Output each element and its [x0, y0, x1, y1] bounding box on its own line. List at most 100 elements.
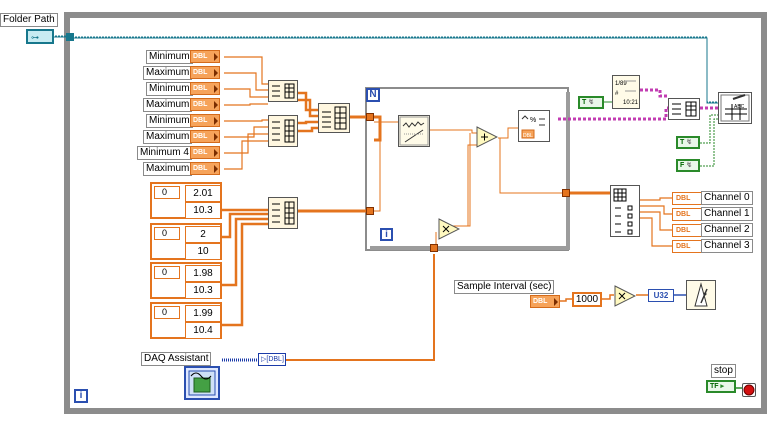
array-cell[interactable]: 1.98 — [185, 265, 221, 282]
numeric-constant[interactable]: 1000 — [572, 292, 602, 307]
daq-assistant-node[interactable] — [184, 366, 220, 400]
dbl-terminal[interactable]: DBL — [190, 146, 220, 159]
channel-indicator: DBL — [672, 240, 702, 253]
sample-interval-terminal[interactable]: DBL — [530, 295, 560, 308]
stop-label: stop — [711, 364, 736, 378]
svg-text:%: % — [530, 117, 536, 124]
true-constant[interactable]: T ↯ — [578, 96, 604, 109]
channel-label: Channel 1 — [701, 207, 753, 221]
build-array-node[interactable] — [268, 80, 298, 102]
index-array-node[interactable] — [610, 185, 640, 237]
dbl-tag: DBL — [676, 195, 691, 202]
min-max-label: Maximum — [143, 98, 193, 112]
array-cell[interactable]: 10.3 — [185, 202, 221, 219]
array-control[interactable]: 0 2.01 10.3 — [150, 182, 222, 219]
dbl-tag: DBL — [676, 243, 691, 250]
dbl-terminal[interactable]: DBL — [190, 130, 220, 143]
dbl-tag: DBL — [193, 85, 208, 92]
wait-ms-node[interactable] — [686, 280, 716, 310]
svg-text:10:21: 10:21 — [623, 100, 639, 106]
multiply-node[interactable] — [614, 285, 637, 307]
array-index[interactable]: 0 — [154, 227, 180, 240]
channel-indicator: DBL — [672, 208, 702, 221]
build-waveform-node[interactable]: % DBL — [518, 110, 550, 142]
for-loop-count-terminal[interactable]: N — [366, 88, 380, 102]
min-max-label: Minimum — [146, 82, 193, 96]
folder-path-terminal[interactable]: ⊶ — [26, 29, 54, 44]
dbl-terminal[interactable]: DBL — [190, 66, 220, 79]
dbl-tag: DBL — [193, 149, 208, 156]
build-array-icon — [272, 83, 295, 99]
channel-label: Channel 2 — [701, 223, 753, 237]
index-array-icon — [613, 188, 633, 235]
array-index[interactable]: 0 — [154, 306, 180, 319]
false-constant[interactable]: F ↯ — [676, 159, 700, 172]
array-cell[interactable]: 10 — [185, 243, 221, 260]
dbl-terminal[interactable]: DBL — [190, 114, 220, 127]
dbl-tag: DBL — [193, 69, 208, 76]
get-date-time-node[interactable]: 1/89 #10:21 — [612, 75, 640, 109]
stop-terminal[interactable]: TF ▸ — [706, 380, 736, 393]
dbl-tag: DBL — [533, 298, 548, 305]
dynamic-data-converter[interactable]: ▷[DBL] — [258, 353, 286, 366]
stop-terminal-tag: TF — [710, 383, 719, 390]
array-index[interactable]: 0 — [154, 186, 180, 199]
build-array-icon — [272, 119, 295, 143]
svg-text:ABC: ABC — [734, 104, 745, 110]
channel-label: Channel 3 — [701, 239, 753, 253]
channel-indicator: DBL — [672, 192, 702, 205]
path-icon: ⊶ — [31, 33, 39, 42]
metronome-icon — [694, 282, 708, 307]
min-max-label: Maximum — [143, 130, 193, 144]
array-cell[interactable]: 10.3 — [185, 282, 221, 299]
svg-text:1/89: 1/89 — [615, 81, 627, 87]
array-index[interactable]: 0 — [154, 266, 180, 279]
dbl-terminal[interactable]: DBL — [190, 50, 220, 63]
svg-text:DBL: DBL — [523, 133, 533, 139]
build-array-node[interactable] — [268, 197, 298, 229]
date-time-icon: 1/89 #10:21 — [615, 80, 639, 106]
array-cell[interactable]: 10.4 — [185, 322, 221, 339]
min-max-label: Maximum — [143, 162, 193, 176]
svg-text:#: # — [615, 91, 619, 97]
array-control[interactable]: 0 1.98 10.3 — [150, 262, 222, 299]
dbl-terminal[interactable]: DBL — [190, 98, 220, 111]
build-array-icon — [322, 106, 347, 130]
waveform-icon: % DBL — [521, 115, 545, 139]
min-max-label: Maximum — [143, 66, 193, 80]
dbl-terminal[interactable]: DBL — [190, 82, 220, 95]
array-cell[interactable]: 2.01 — [185, 185, 221, 202]
dbl-tag: DBL — [193, 117, 208, 124]
min-max-wires — [224, 56, 268, 170]
dbl-tag: DBL — [193, 133, 208, 140]
min-max-label: Minimum — [146, 114, 193, 128]
uniform-noise-vi[interactable] — [398, 115, 430, 147]
build-array-node[interactable] — [268, 115, 298, 147]
build-array-icon — [272, 201, 295, 225]
u32-conversion-node[interactable]: U32 — [648, 289, 674, 302]
sample-interval-label: Sample Interval (sec) — [454, 280, 555, 294]
write-to-measurement-file-node[interactable]: ABC — [718, 92, 752, 124]
true-constant[interactable]: T ↯ — [676, 136, 700, 149]
data-tunnel — [430, 244, 438, 252]
dbl-terminal[interactable]: DBL — [190, 162, 220, 175]
daq-assistant-label: DAQ Assistant — [141, 352, 212, 366]
for-loop-iteration-terminal: i — [380, 228, 393, 241]
build-2d-array-node[interactable] — [318, 103, 350, 133]
add-icon — [476, 126, 499, 148]
array-control[interactable]: 0 1.99 10.4 — [150, 302, 222, 339]
add-node[interactable] — [476, 126, 499, 148]
multiply-node[interactable] — [438, 218, 461, 240]
array-cell[interactable]: 2 — [185, 226, 221, 243]
data-tunnel — [562, 189, 570, 197]
array-cell[interactable]: 1.99 — [185, 305, 221, 322]
array-tunnel — [366, 113, 374, 121]
build-array-node[interactable] — [668, 98, 700, 120]
dbl-tag: DBL — [676, 211, 691, 218]
stop-icon — [743, 384, 755, 396]
loop-condition-terminal[interactable] — [742, 383, 756, 397]
dbl-tag: DBL — [193, 53, 208, 60]
noise-icon — [399, 116, 429, 146]
array-control[interactable]: 0 2 10 — [150, 223, 222, 260]
multiply-icon — [614, 285, 637, 307]
